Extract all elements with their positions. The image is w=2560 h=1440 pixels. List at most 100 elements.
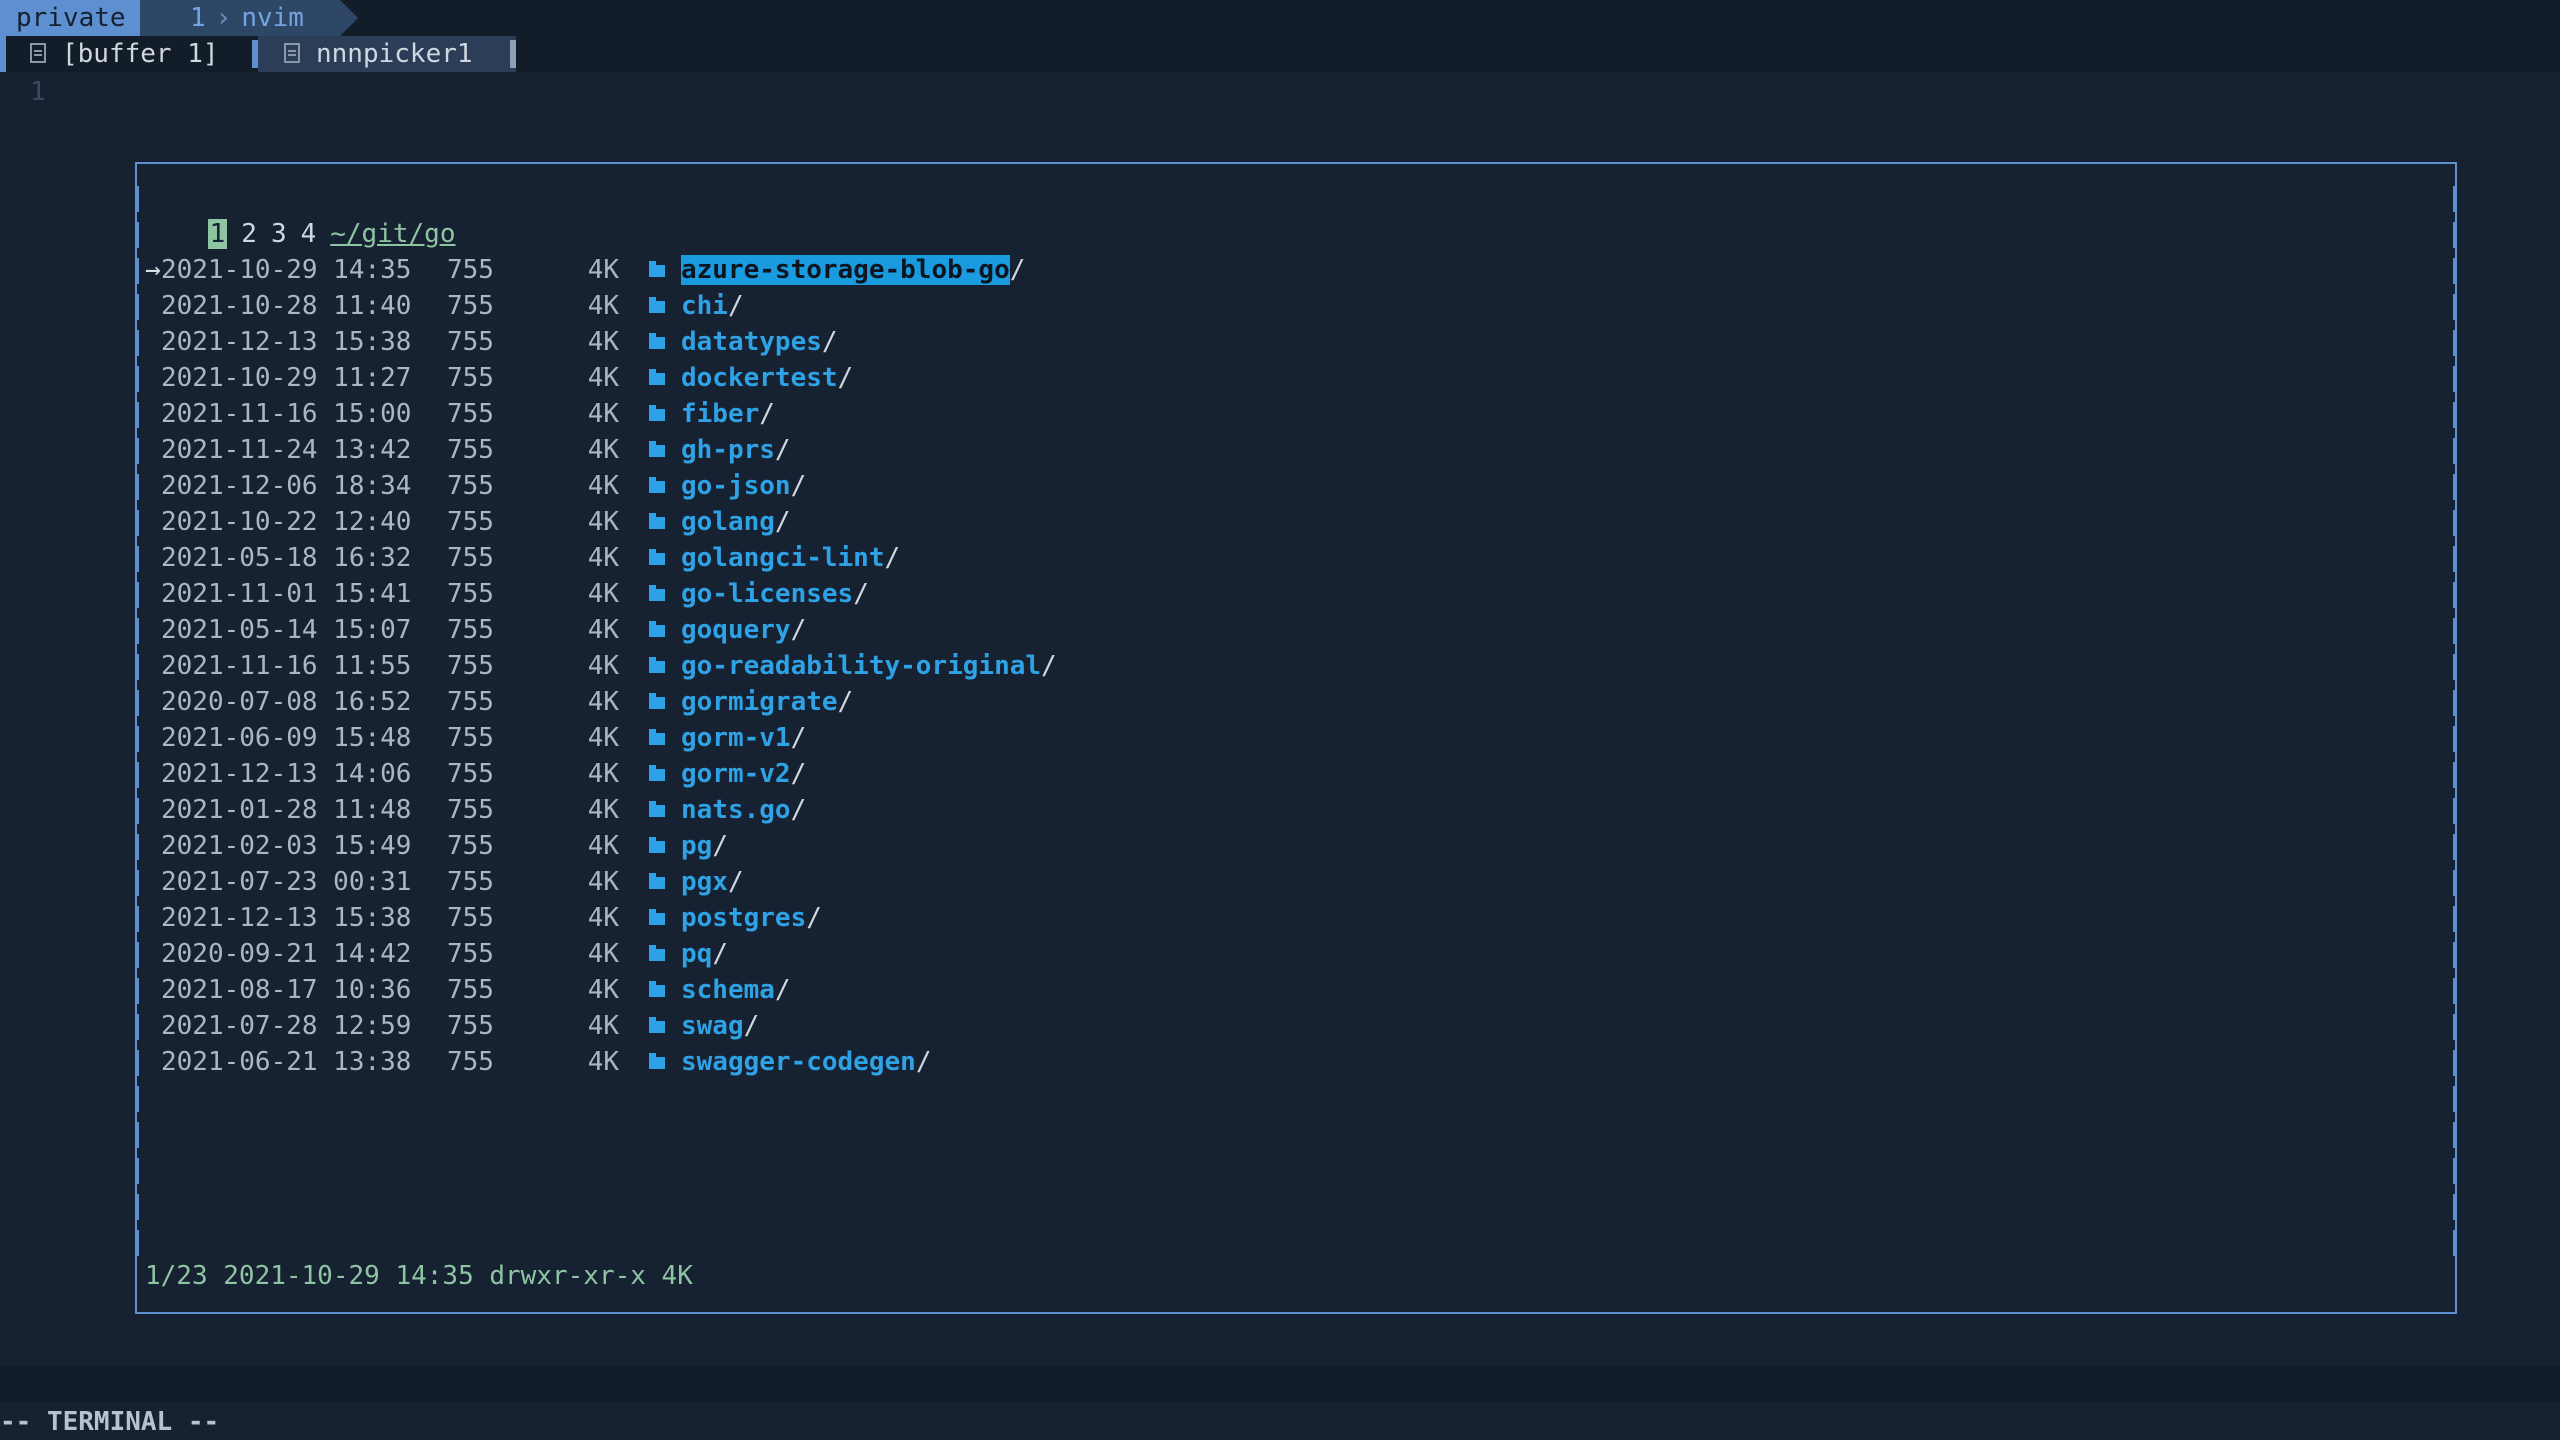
file-entry[interactable]: 2021-11-16 11:55 755 4K go-readability-orig… [145,648,1057,684]
window-border [137,1230,139,1256]
window-border [137,1050,139,1076]
entry-permissions: 755 [447,903,494,933]
entry-date: 2021-12-13 15:38 [161,327,412,357]
file-entry[interactable]: 2021-11-24 13:42 755 4K gh-prs/ [145,432,791,468]
entry-date: 2021-10-22 12:40 [161,507,412,537]
window-border [2453,366,2455,392]
entry-size: 4K [587,939,619,969]
file-entry[interactable]: 2020-07-08 16:52 755 4K gormigrate/ [145,684,853,720]
entry-permissions: 755 [447,543,494,573]
entry-size: 4K [587,687,619,717]
entry-permissions: 755 [447,327,494,357]
context-tab-3[interactable]: 3 [271,219,287,249]
entry-date: 2021-11-24 13:42 [161,435,412,465]
file-entry[interactable]: 2021-05-14 15:07 755 4K goquery/ [145,612,806,648]
nnn-floating-window[interactable]: 1 2 3 4 ~/git/go →2021-10-29 14:35 755 4K azure… [135,162,2457,1314]
entry-permissions: 755 [447,399,494,429]
context-tab-2[interactable]: 2 [241,219,257,249]
window-border [137,618,139,644]
dir-slash: / [837,687,854,717]
window-border [2453,1194,2455,1220]
window-border [2453,1050,2455,1076]
file-entry[interactable]: 2021-07-23 00:31 755 4K pgx/ [145,864,744,900]
window-border [137,762,139,788]
window-border [2453,762,2455,788]
file-entry[interactable]: 2021-10-28 11:40 755 4K chi/ [145,288,744,324]
entry-size: 4K [587,399,619,429]
window-border [2453,1122,2455,1148]
entry-size: 4K [587,579,619,609]
window-border [2453,222,2455,248]
file-entry[interactable]: 2021-08-17 10:36 755 4K schema/ [145,972,791,1008]
file-entry[interactable]: 2021-12-13 14:06 755 4K gorm-v2/ [145,756,806,792]
dir-slash: / [790,759,807,789]
file-entry[interactable]: 2021-02-03 15:49 755 4K pg/ [145,828,728,864]
window-border [137,834,139,860]
entry-size: 4K [587,867,619,897]
entry-name: azure-storage-blob-go [681,255,1010,285]
file-entry[interactable]: 2021-12-13 15:38 755 4K datatypes/ [145,324,838,360]
file-entry[interactable]: 2021-10-29 11:27 755 4K dockertest/ [145,360,853,396]
file-entry[interactable]: 2021-06-09 15:48 755 4K gorm-v1/ [145,720,806,756]
folder-icon [649,477,665,493]
entry-permissions: 755 [447,1047,494,1077]
window-border [137,366,139,392]
entry-name: goquery [681,615,791,645]
folder-icon [649,513,665,529]
tmux-session-name: private [0,0,140,36]
chevron-right-icon: › [215,3,232,33]
folder-icon [649,621,665,637]
tmux-window-name: nvim [241,3,304,33]
dir-slash: / [1041,651,1057,681]
dir-slash: / [774,975,791,1005]
folder-icon [649,1017,665,1033]
file-entry[interactable]: 2021-01-28 11:48 755 4K nats.go/ [145,792,806,828]
context-tab-1[interactable]: 1 [207,219,228,249]
file-entry[interactable]: →2021-10-29 14:35 755 4K azure-storage-blob… [145,252,1025,288]
entry-name: gh-prs [681,435,775,465]
folder-icon [649,801,665,817]
entry-permissions: 755 [447,651,494,681]
window-border [2453,510,2455,536]
entry-name: swag [681,1011,744,1041]
entry-name: golang [681,507,775,537]
current-directory: ~/git/go [330,219,456,249]
entry-size: 4K [587,327,619,357]
entry-permissions: 755 [447,615,494,645]
tmux-window[interactable]: 1 › nvim [140,0,340,36]
dir-slash: / [727,291,744,321]
nvim-tabline: [buffer 1] nnnpicker1 [0,36,2560,72]
window-border [137,582,139,608]
window-border [2453,906,2455,932]
entry-permissions: 755 [447,723,494,753]
entry-size: 4K [587,831,619,861]
file-entry[interactable]: 2021-12-13 15:38 755 4K postgres/ [145,900,822,936]
folder-icon [649,873,665,889]
file-entry[interactable]: 2021-06-21 13:38 755 4K swagger-codegen/ [145,1044,931,1080]
entry-date: 2021-11-16 11:55 [161,651,412,681]
file-entry[interactable]: 2021-07-28 12:59 755 4K swag/ [145,1008,759,1044]
entry-name: datatypes [681,327,822,357]
file-entry[interactable]: 2021-05-18 16:32 755 4K golangci-lint/ [145,540,900,576]
window-border [137,510,139,536]
entry-date: 2021-12-06 18:34 [161,471,412,501]
tab-nnnpicker1[interactable]: nnnpicker1 [258,36,516,72]
file-entry[interactable]: 2020-09-21 14:42 755 4K pq/ [145,936,728,972]
entry-size: 4K [587,543,619,573]
file-entry[interactable]: 2021-12-06 18:34 755 4K go-json/ [145,468,806,504]
file-entry[interactable]: 2021-11-01 15:41 755 4K go-licenses/ [145,576,869,612]
file-entry[interactable]: 2021-10-22 12:40 755 4K golang/ [145,504,791,540]
entry-name: go-json [681,471,791,501]
entry-name: nats.go [681,795,791,825]
window-border [137,1014,139,1040]
dir-slash: / [806,903,822,933]
entry-size: 4K [587,759,619,789]
entry-date: 2020-07-08 16:52 [161,687,412,717]
entry-size: 4K [587,723,619,753]
file-entry[interactable]: 2021-11-16 15:00 755 4K fiber/ [145,396,775,432]
tmux-status-bar: private 1 › nvim [0,0,2560,36]
window-border [137,1158,139,1184]
window-border [2453,582,2455,608]
tab-buffer-1[interactable]: [buffer 1] [0,36,258,72]
context-tab-4[interactable]: 4 [301,219,317,249]
